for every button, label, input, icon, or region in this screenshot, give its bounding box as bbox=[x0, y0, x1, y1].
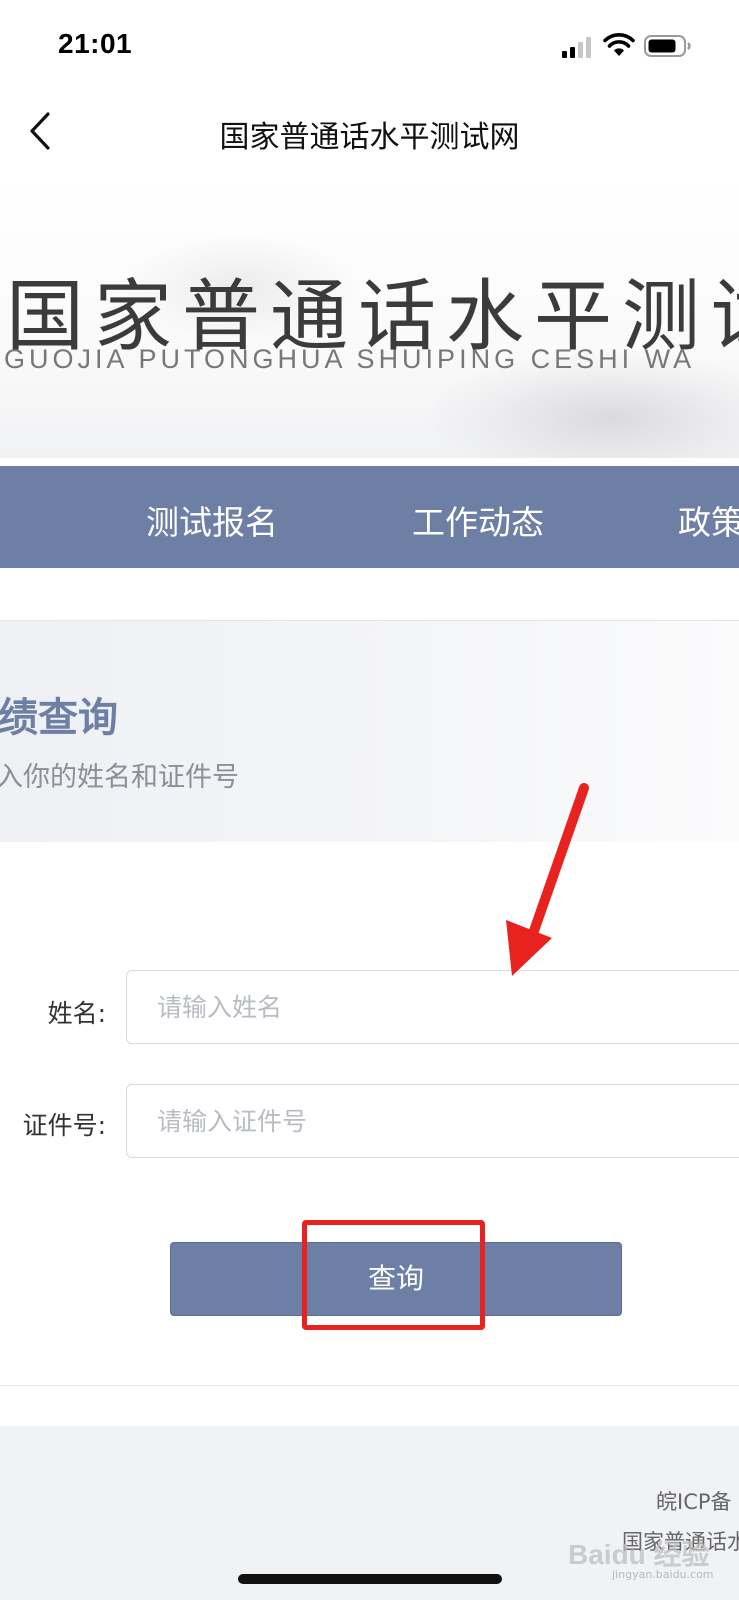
query-subtitle: 入你的姓名和证件号 bbox=[0, 762, 239, 793]
signal-icon bbox=[562, 37, 591, 58]
main-menu: 测试报名 工作动态 政策 bbox=[0, 466, 739, 568]
query-title: 绩查询 bbox=[0, 695, 118, 741]
query-form: 姓名: 证件号: 查询 bbox=[0, 842, 739, 1386]
home-indicator[interactable] bbox=[238, 1574, 502, 1584]
baidu-watermark-url: jingyan.baidu.com bbox=[612, 1568, 714, 1581]
baidu-watermark: Baidu 经验 bbox=[568, 1539, 710, 1570]
banner-pinyin: GUOJIA PUTONGHUA SHUIPING CESHI WA bbox=[4, 344, 696, 374]
menu-item-registration[interactable]: 测试报名 bbox=[146, 496, 278, 544]
id-number-label: 证件号: bbox=[22, 1111, 106, 1140]
menu-item-news[interactable]: 工作动态 bbox=[412, 496, 544, 544]
status-time: 21:01 bbox=[58, 28, 133, 59]
footer-icp[interactable]: 皖ICP备 bbox=[656, 1486, 732, 1516]
wifi-icon bbox=[603, 33, 635, 56]
query-header: 绩查询 入你的姓名和证件号 bbox=[0, 620, 739, 842]
page-title: 国家普通话水平测试网 bbox=[219, 120, 520, 155]
id-number-input[interactable] bbox=[126, 1084, 739, 1158]
name-label: 姓名: bbox=[47, 999, 106, 1028]
menu-item-policy[interactable]: 政策 bbox=[678, 496, 739, 544]
status-bar: 21:01 bbox=[0, 0, 739, 92]
query-submit-button[interactable]: 查询 bbox=[170, 1242, 622, 1316]
nav-header: 国家普通话水平测试网 bbox=[0, 92, 739, 172]
site-banner: 国家普通话水平测试 GUOJIA PUTONGHUA SHUIPING CESH… bbox=[0, 172, 739, 458]
battery-icon bbox=[644, 35, 691, 57]
name-input[interactable] bbox=[126, 970, 739, 1044]
